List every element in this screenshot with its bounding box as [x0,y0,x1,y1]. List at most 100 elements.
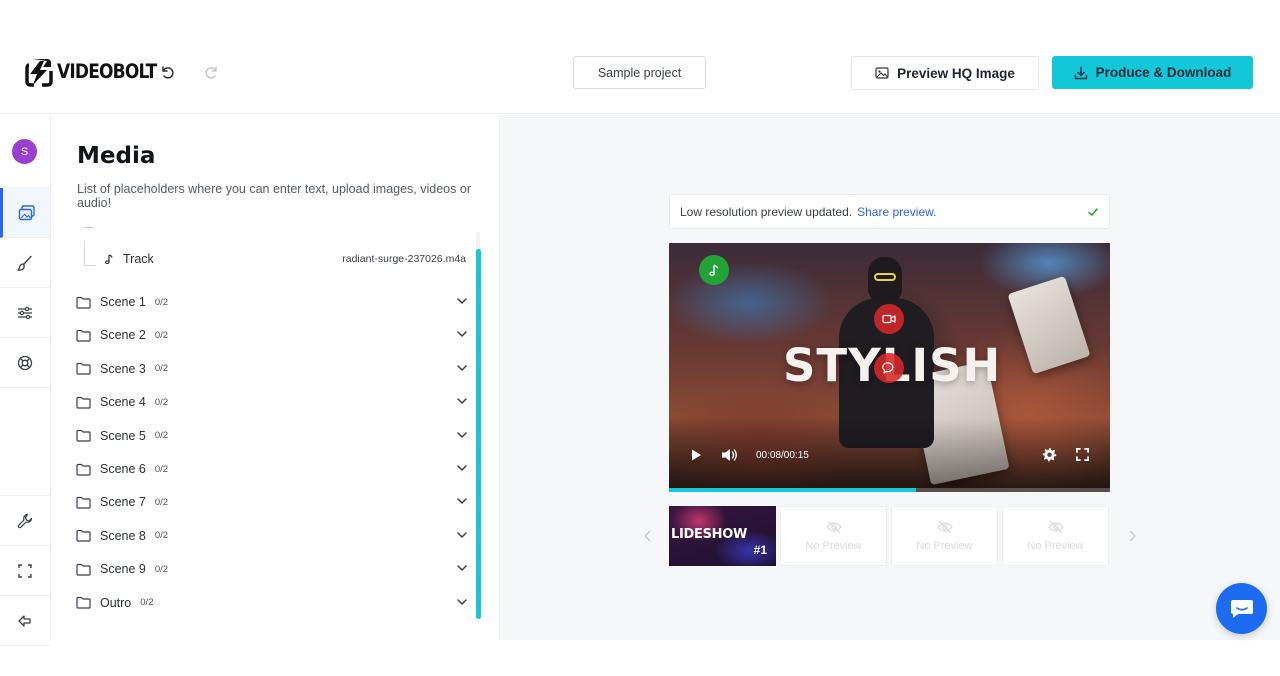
rail-settings-button[interactable] [0,288,50,338]
music-note-icon [709,264,719,276]
thumbnail-title: LIDESHOW [671,527,748,542]
bolt-logo-icon [25,59,53,87]
chevron-down-icon[interactable] [456,395,468,407]
scene-count: 0/2 [154,563,169,575]
rail-media-button[interactable] [0,188,50,238]
scene-count: 0/2 [154,496,169,508]
scene-name: Scene 3 [100,361,146,376]
chevron-down-icon[interactable] [456,596,468,608]
scene-thumbnail-2[interactable]: No Preview [780,506,887,566]
scene-name: Scene 6 [100,462,146,476]
scene-row[interactable]: Scene 1 0/2 [76,291,468,313]
rail-tools-button[interactable] [0,496,50,546]
eye-off-icon [1047,520,1064,534]
user-avatar[interactable]: S [12,139,37,164]
left-rail: S [0,115,51,646]
scene-row[interactable]: Scene 7 0/2 [76,491,468,513]
undo-button[interactable] [158,63,176,81]
scene-row[interactable]: Scene 3 0/2 [76,358,468,380]
fullscreen-icon[interactable] [1075,447,1090,462]
playback-time: 00:08/00:15 [756,450,809,461]
video-camera-icon [882,314,896,324]
volume-icon[interactable] [721,447,739,463]
produce-label: Produce & Download [1095,65,1232,80]
wrench-icon [17,513,33,528]
download-icon [1074,66,1087,79]
preview-hq-image-button[interactable]: Preview HQ Image [851,56,1039,90]
image-icon [875,67,889,79]
mask-decoration [874,273,896,281]
scene-name: Scene 4 [100,395,146,410]
scene-thumbnail-3[interactable]: No Preview [891,506,998,566]
preview-notice: Low resolution preview updated. Share pr… [669,194,1110,229]
scene-count: 0/2 [154,396,169,408]
scene-name: Scene 1 [100,295,146,309]
tree-connector [84,265,96,266]
thumbnail-number: #1 [753,543,767,557]
chevron-down-icon[interactable] [456,429,468,441]
logo-wordmark: VIDEOBOLT [57,60,157,84]
chevron-down-icon[interactable] [456,529,468,541]
playing-card-decoration [1007,275,1091,375]
scene-row[interactable]: Scene 4 0/2 [76,391,468,413]
panel-title: Media [77,143,156,169]
redo-icon [205,66,217,79]
undo-icon [162,66,174,79]
folder-icon [76,363,91,375]
chat-support-button[interactable] [1216,583,1267,634]
chevron-down-icon[interactable] [456,295,468,307]
scene-count: 0/2 [140,597,154,609]
chevron-down-icon[interactable] [456,362,468,374]
scene-row[interactable]: Scene 2 0/2 [76,324,468,346]
rail-help-button[interactable] [0,338,50,388]
video-player[interactable]: STYLISH 00:08/00:15 [669,243,1110,492]
chevron-right-icon[interactable] [1127,529,1137,543]
chevron-down-icon[interactable] [456,562,468,574]
scene-thumbnail-4[interactable]: No Preview [1002,506,1109,566]
scene-name: Scene 7 [100,495,146,510]
scene-name: Scene 9 [100,562,146,577]
scene-count: 0/2 [154,430,169,442]
no-preview-label: No Preview [1027,540,1084,552]
scene-name: Scene 2 [100,328,146,343]
rail-design-button[interactable] [0,238,50,288]
produce-download-button[interactable]: Produce & Download [1052,56,1253,89]
scene-row[interactable]: Scene 6 0/2 [76,458,468,480]
chevron-down-icon[interactable] [456,462,468,474]
videobolt-logo[interactable]: VIDEOBOLT [25,57,157,87]
chevron-down-icon[interactable] [456,328,468,340]
video-placeholder-marker[interactable] [874,304,904,334]
folder-icon [76,396,91,409]
scene-row[interactable]: Outro 0/2 [76,592,468,614]
redo-button[interactable] [203,63,221,81]
scene-row[interactable]: Scene 9 0/2 [76,558,468,580]
scene-name: Outro [100,595,132,610]
scene-count: 0/2 [154,329,169,341]
music-placeholder-marker[interactable] [699,255,729,285]
scene-thumbnail-1[interactable]: LIDESHOW #1 [669,506,776,566]
speech-bubble-icon [882,362,894,374]
fullscreen-icon [18,563,32,578]
play-icon[interactable] [689,448,703,462]
progress-fill[interactable] [669,488,916,492]
scene-row[interactable]: Scene 5 0/2 [76,425,468,447]
rail-fullscreen-button[interactable] [0,546,50,596]
chevron-left-icon[interactable] [643,529,653,543]
folder-icon [76,429,91,442]
track-item[interactable]: Track radiant-surge-237026.m4a [103,250,466,268]
text-placeholder-marker[interactable] [874,353,904,383]
scene-count: 0/2 [154,530,169,542]
gear-icon[interactable] [1042,447,1057,462]
folder-icon [76,463,91,476]
scene-name: Scene 5 [100,428,146,443]
tree-connector [84,241,85,265]
project-name-field[interactable]: Sample project [573,56,706,89]
rail-exit-button[interactable] [0,596,50,646]
folder-icon [76,596,91,609]
chevron-down-icon[interactable] [456,495,468,507]
lifebuoy-icon [17,355,33,370]
scene-row[interactable]: Scene 8 0/2 [76,525,468,547]
share-preview-link[interactable]: Share preview. [857,205,936,219]
scene-count: 0/2 [154,463,169,475]
scrollbar-thumb[interactable] [476,249,481,619]
